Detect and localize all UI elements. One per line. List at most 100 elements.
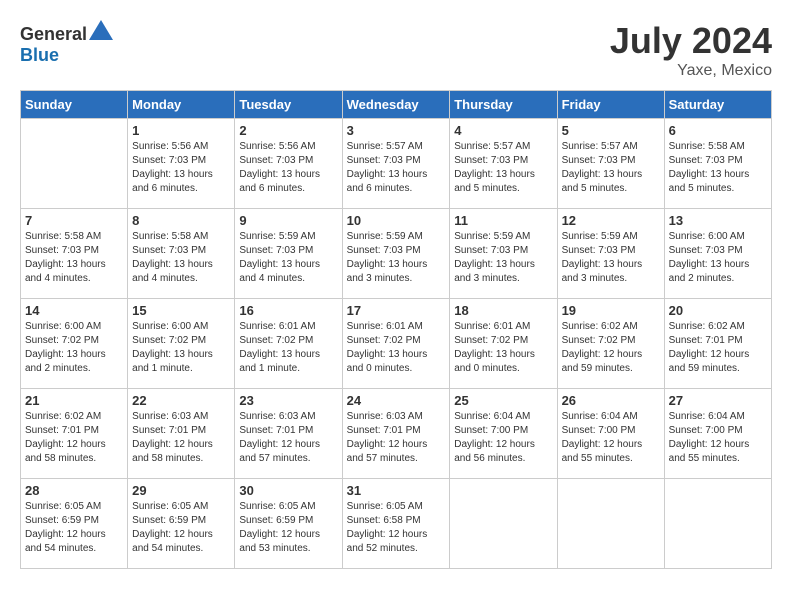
calendar-cell: 5Sunrise: 5:57 AM Sunset: 7:03 PM Daylig… <box>557 119 664 209</box>
calendar-cell <box>450 479 557 569</box>
day-info: Sunrise: 6:04 AM Sunset: 7:00 PM Dayligh… <box>454 410 552 466</box>
day-number: 27 <box>669 393 767 408</box>
day-info: Sunrise: 5:59 AM Sunset: 7:03 PM Dayligh… <box>454 230 552 286</box>
calendar-cell: 27 Sunrise: 6:04 AM Sunset: 7:00 PM Dayli… <box>664 389 771 479</box>
day-number: 15 <box>132 303 230 318</box>
day-info: Sunrise: 6:03 AM Sunset: 7:01 PM Dayligh… <box>132 410 230 466</box>
day-number: 11 <box>454 213 552 228</box>
day-info: Sunrise: 6:02 AM Sunset: 7:01 PM Dayligh… <box>669 320 767 376</box>
weekday-header: Monday <box>128 91 235 119</box>
day-info: Sunrise: 5:59 AM Sunset: 7:03 PM Dayligh… <box>347 230 446 286</box>
day-info: Sunrise: 6:04 AM Sunset: 7:00 PM Dayligh… <box>562 410 660 466</box>
day-number: 18 <box>454 303 552 318</box>
weekday-header-row: SundayMondayTuesdayWednesdayThursdayFrid… <box>21 91 772 119</box>
day-info: Sunrise: 5:59 AM Sunset: 7:03 PM Dayligh… <box>562 230 660 286</box>
calendar-cell: 31 Sunrise: 6:05 AM Sunset: 6:58 PM Dayli… <box>342 479 450 569</box>
day-info: Sunrise: 6:04 AM Sunset: 7:00 PM Dayligh… <box>669 410 767 466</box>
calendar-cell: 10 Sunrise: 5:59 AM Sunset: 7:03 PM Dayli… <box>342 209 450 299</box>
calendar-cell: 1 Sunrise: 5:56 AM Sunset: 7:03 PM Daylig… <box>128 119 235 209</box>
day-info: Sunrise: 6:05 AM Sunset: 6:59 PM Dayligh… <box>239 500 337 556</box>
day-number: 31 <box>347 483 446 498</box>
day-info: Sunrise: 6:00 AM Sunset: 7:03 PM Dayligh… <box>669 230 767 286</box>
day-number: 19 <box>562 303 660 318</box>
day-number: 9 <box>239 213 337 228</box>
calendar-cell: 24 Sunrise: 6:03 AM Sunset: 7:01 PM Dayli… <box>342 389 450 479</box>
calendar-week-row: 14 Sunrise: 6:00 AM Sunset: 7:02 PM Dayli… <box>21 299 772 389</box>
day-info: Sunrise: 6:05 AM Sunset: 6:58 PM Dayligh… <box>347 500 446 556</box>
calendar-cell: 30 Sunrise: 6:05 AM Sunset: 6:59 PM Dayli… <box>235 479 342 569</box>
calendar-cell: 7 Sunrise: 5:58 AM Sunset: 7:03 PM Daylig… <box>21 209 128 299</box>
day-info: Sunrise: 6:05 AM Sunset: 6:59 PM Dayligh… <box>25 500 123 556</box>
day-info: Sunrise: 6:02 AM Sunset: 7:02 PM Dayligh… <box>562 320 660 376</box>
day-number: 8 <box>132 213 230 228</box>
calendar-cell: 3Sunrise: 5:57 AM Sunset: 7:03 PM Daylig… <box>342 119 450 209</box>
day-info: Sunrise: 6:01 AM Sunset: 7:02 PM Dayligh… <box>454 320 552 376</box>
day-number: 24 <box>347 393 446 408</box>
calendar-cell: 8Sunrise: 5:58 AM Sunset: 7:03 PM Daylig… <box>128 209 235 299</box>
calendar-cell: 23 Sunrise: 6:03 AM Sunset: 7:01 PM Dayli… <box>235 389 342 479</box>
calendar-cell: 28Sunrise: 6:05 AM Sunset: 6:59 PM Dayli… <box>21 479 128 569</box>
calendar-cell: 20 Sunrise: 6:02 AM Sunset: 7:01 PM Dayli… <box>664 299 771 389</box>
weekday-header: Saturday <box>664 91 771 119</box>
calendar-cell: 9 Sunrise: 5:59 AM Sunset: 7:03 PM Daylig… <box>235 209 342 299</box>
calendar-cell <box>557 479 664 569</box>
calendar-cell: 29 Sunrise: 6:05 AM Sunset: 6:59 PM Dayli… <box>128 479 235 569</box>
day-number: 4 <box>454 123 552 138</box>
calendar-cell: 25 Sunrise: 6:04 AM Sunset: 7:00 PM Dayli… <box>450 389 557 479</box>
weekday-header: Friday <box>557 91 664 119</box>
calendar-cell: 21Sunrise: 6:02 AM Sunset: 7:01 PM Dayli… <box>21 389 128 479</box>
day-number: 16 <box>239 303 337 318</box>
calendar-cell: 4 Sunrise: 5:57 AM Sunset: 7:03 PM Daylig… <box>450 119 557 209</box>
calendar-cell: 18 Sunrise: 6:01 AM Sunset: 7:02 PM Dayli… <box>450 299 557 389</box>
day-number: 13 <box>669 213 767 228</box>
weekday-header: Sunday <box>21 91 128 119</box>
day-info: Sunrise: 6:00 AM Sunset: 7:02 PM Dayligh… <box>132 320 230 376</box>
day-number: 7 <box>25 213 123 228</box>
day-number: 22 <box>132 393 230 408</box>
logo: General Blue <box>20 20 115 66</box>
day-info: Sunrise: 6:01 AM Sunset: 7:02 PM Dayligh… <box>239 320 337 376</box>
day-info: Sunrise: 6:03 AM Sunset: 7:01 PM Dayligh… <box>239 410 337 466</box>
weekday-header: Wednesday <box>342 91 450 119</box>
day-number: 25 <box>454 393 552 408</box>
calendar-week-row: 21Sunrise: 6:02 AM Sunset: 7:01 PM Dayli… <box>21 389 772 479</box>
calendar-cell: 14 Sunrise: 6:00 AM Sunset: 7:02 PM Dayli… <box>21 299 128 389</box>
day-info: Sunrise: 6:05 AM Sunset: 6:59 PM Dayligh… <box>132 500 230 556</box>
day-info: Sunrise: 5:56 AM Sunset: 7:03 PM Dayligh… <box>132 140 230 196</box>
day-info: Sunrise: 5:57 AM Sunset: 7:03 PM Dayligh… <box>454 140 552 196</box>
logo-text: General Blue <box>20 20 115 66</box>
day-info: Sunrise: 6:00 AM Sunset: 7:02 PM Dayligh… <box>25 320 123 376</box>
calendar-cell: 17 Sunrise: 6:01 AM Sunset: 7:02 PM Dayli… <box>342 299 450 389</box>
day-number: 1 <box>132 123 230 138</box>
calendar-cell: 26 Sunrise: 6:04 AM Sunset: 7:00 PM Dayli… <box>557 389 664 479</box>
day-number: 26 <box>562 393 660 408</box>
page-header: General Blue July 2024 Yaxe, Mexico <box>20 20 772 80</box>
day-number: 10 <box>347 213 446 228</box>
day-info: Sunrise: 5:59 AM Sunset: 7:03 PM Dayligh… <box>239 230 337 286</box>
day-number: 12 <box>562 213 660 228</box>
calendar-week-row: 1 Sunrise: 5:56 AM Sunset: 7:03 PM Daylig… <box>21 119 772 209</box>
day-number: 2 <box>239 123 337 138</box>
day-number: 30 <box>239 483 337 498</box>
calendar-cell: 16 Sunrise: 6:01 AM Sunset: 7:02 PM Dayli… <box>235 299 342 389</box>
calendar-week-row: 28Sunrise: 6:05 AM Sunset: 6:59 PM Dayli… <box>21 479 772 569</box>
day-info: Sunrise: 5:56 AM Sunset: 7:03 PM Dayligh… <box>239 140 337 196</box>
calendar-cell: 12 Sunrise: 5:59 AM Sunset: 7:03 PM Dayli… <box>557 209 664 299</box>
day-number: 3 <box>347 123 446 138</box>
day-number: 5 <box>562 123 660 138</box>
day-number: 17 <box>347 303 446 318</box>
day-number: 29 <box>132 483 230 498</box>
weekday-header: Thursday <box>450 91 557 119</box>
day-number: 20 <box>669 303 767 318</box>
day-info: Sunrise: 6:03 AM Sunset: 7:01 PM Dayligh… <box>347 410 446 466</box>
day-number: 14 <box>25 303 123 318</box>
logo-blue: Blue <box>20 45 59 65</box>
day-number: 23 <box>239 393 337 408</box>
location-subtitle: Yaxe, Mexico <box>610 62 772 80</box>
weekday-header: Tuesday <box>235 91 342 119</box>
calendar-cell <box>21 119 128 209</box>
day-info: Sunrise: 5:58 AM Sunset: 7:03 PM Dayligh… <box>25 230 123 286</box>
logo-general: General <box>20 24 87 44</box>
calendar-table: SundayMondayTuesdayWednesdayThursdayFrid… <box>20 90 772 569</box>
day-info: Sunrise: 6:01 AM Sunset: 7:02 PM Dayligh… <box>347 320 446 376</box>
